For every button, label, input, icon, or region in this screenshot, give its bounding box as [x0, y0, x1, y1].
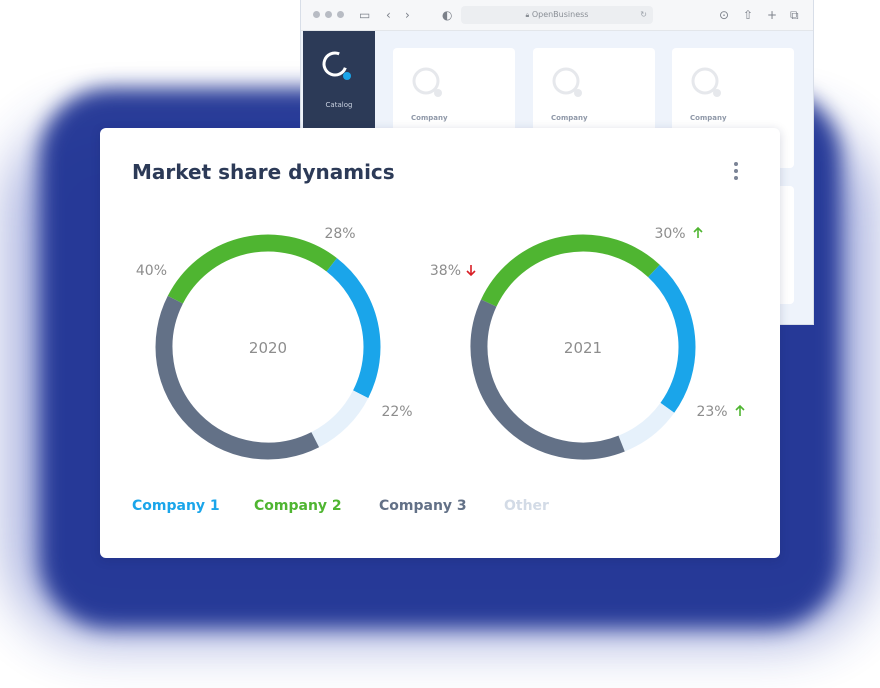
tabs-icon[interactable]: ⧉ — [790, 7, 799, 23]
share-icon[interactable]: ⇧ — [743, 7, 753, 23]
legend-company-1[interactable]: Company 1 — [132, 498, 220, 514]
donut-1-segment-company-1[interactable] — [326, 258, 381, 399]
donut-2-segment-company-3[interactable] — [470, 299, 625, 460]
company-card-label: Company — [690, 114, 727, 122]
back-icon[interactable]: ‹ — [386, 7, 391, 23]
shield-icon[interactable]: ◐ — [442, 7, 452, 23]
donut-2-segment-company-1[interactable] — [647, 264, 696, 413]
legend-other[interactable]: Other — [504, 498, 549, 514]
arrow-up-icon — [735, 404, 745, 416]
legend-company-2[interactable]: Company 2 — [254, 498, 342, 514]
company-logo — [552, 67, 582, 97]
window-dot[interactable] — [325, 11, 332, 18]
app-logo — [322, 51, 351, 80]
donut-2-label-company-3: 38% — [430, 263, 461, 279]
forward-icon[interactable]: › — [405, 7, 410, 23]
market-share-card: Market share dynamics 2020 28% 40% 22% 2021 3… — [100, 128, 780, 558]
lock-icon: 🔒︎ — [525, 11, 530, 19]
company-logo — [412, 67, 442, 97]
sidebar-toggle-icon[interactable]: ▭ — [359, 7, 370, 23]
download-icon[interactable]: ⊙ — [719, 7, 729, 23]
donut-2-label-company-1: 23% — [696, 404, 727, 420]
donut-1-label-company-3: 40% — [136, 263, 167, 279]
donut-2-segment-company-2[interactable] — [481, 234, 660, 307]
browser-toolbar: ▭ ‹ › ◐ 🔒︎ OpenBusiness ↻ ⊙ ⇧ + ⧉ — [301, 0, 813, 31]
donut-1-segment-company-3[interactable] — [155, 295, 320, 460]
donut-2-year-label: 2021 — [564, 339, 602, 357]
arrow-up-icon — [693, 226, 703, 238]
company-card-label: Company — [551, 114, 588, 122]
donut-charts: 2020 28% 40% 22% 2021 30% 38% 23% — [136, 226, 745, 460]
address-bar[interactable]: 🔒︎ OpenBusiness ↻ — [461, 6, 653, 24]
refresh-icon[interactable]: ↻ — [640, 6, 647, 24]
company-logo — [691, 67, 721, 97]
window-dot[interactable] — [337, 11, 344, 18]
donut-1-year-label: 2020 — [249, 339, 287, 357]
address-text: OpenBusiness — [531, 10, 589, 19]
donut-1-segment-company-2[interactable] — [167, 234, 337, 304]
donut-2-segment-other[interactable] — [618, 402, 675, 452]
donut-1-segment-other[interactable] — [311, 390, 369, 448]
legend-company-3[interactable]: Company 3 — [379, 498, 467, 514]
donut-2-label-company-2: 30% — [654, 226, 685, 242]
donut-1-label-company-1: 22% — [381, 404, 412, 420]
sidebar-item-catalog[interactable]: Catalog — [303, 101, 375, 109]
arrow-down-icon — [466, 265, 476, 277]
donut-1-label-company-2: 28% — [324, 226, 355, 242]
company-card-label: Company — [411, 114, 448, 122]
window-dot[interactable] — [313, 11, 320, 18]
new-tab-icon[interactable]: + — [767, 7, 777, 23]
